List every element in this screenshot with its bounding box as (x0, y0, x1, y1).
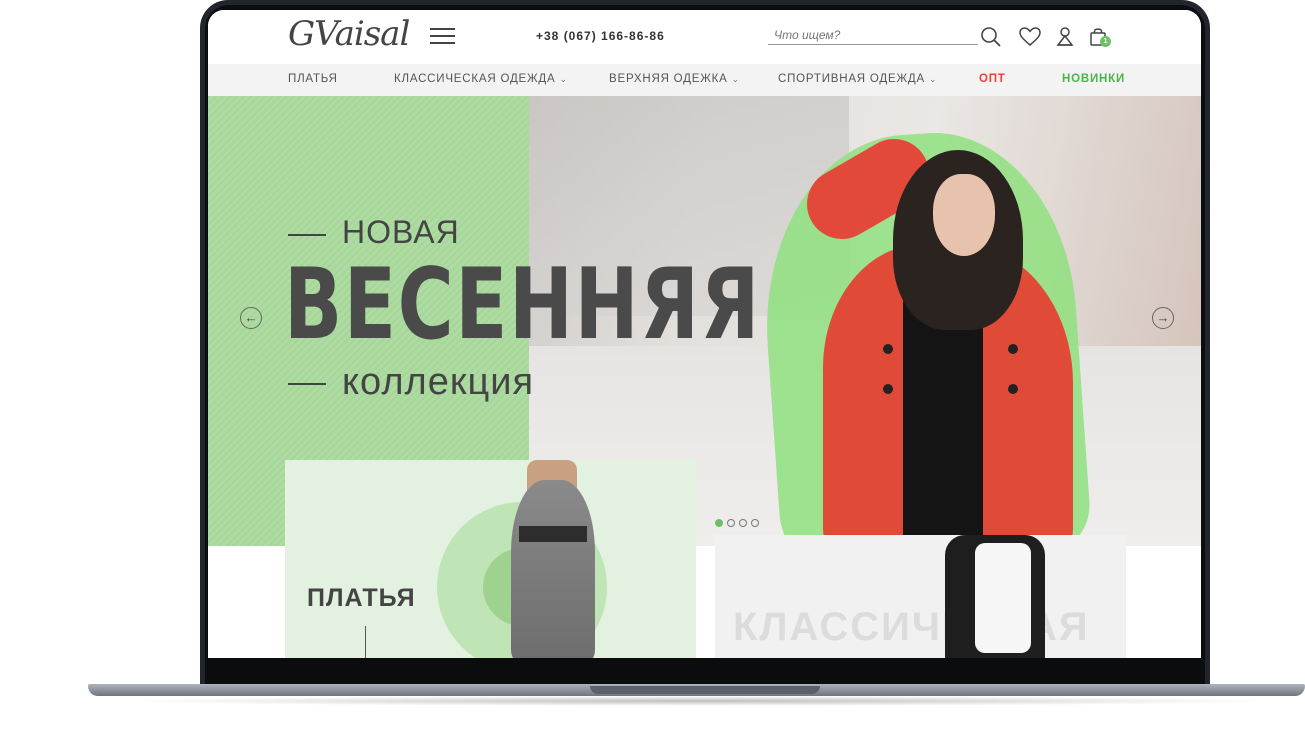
nav-item-classic[interactable]: КЛАССИЧЕСКАЯ ОДЕЖДА ⌄ (394, 73, 568, 85)
slider-dot[interactable] (739, 519, 747, 527)
nav-item-sport[interactable]: СПОРТИВНАЯ ОДЕЖДА ⌄ (778, 73, 937, 85)
next-slide-arrow-icon[interactable]: → (1152, 307, 1174, 329)
category-card-dresses[interactable]: ПЛАТЬЯ (285, 460, 696, 658)
category-title: ПЛАТЬЯ (307, 584, 416, 612)
nav-item-dresses[interactable]: ПЛАТЬЯ (288, 73, 338, 85)
hero-title-line-1: НОВАЯ (288, 214, 460, 251)
chevron-down-icon: ⌄ (928, 74, 938, 84)
chevron-down-icon: ⌄ (731, 74, 740, 84)
search-icon[interactable] (980, 26, 1002, 48)
hero-title-text: НОВАЯ (342, 214, 460, 250)
nav-item-outerwear[interactable]: ВЕРХНЯЯ ОДЕЖКА ⌄ (609, 73, 740, 85)
chevron-down-icon: ⌄ (559, 74, 568, 84)
dress-model-image (497, 460, 607, 658)
slider-dot[interactable] (715, 519, 723, 527)
nav-item-wholesale[interactable]: ОПТ (979, 73, 1006, 85)
screen-bezel-bottom (208, 658, 1201, 686)
slider-dots (715, 514, 763, 532)
classic-model-image (935, 535, 1055, 658)
nav-item-label: СПОРТИВНАЯ ОДЕЖДА (778, 73, 925, 85)
site-header: GVaisal +38 (067) 166-86-86 1 (208, 10, 1201, 64)
nav-item-label: ПЛАТЬЯ (288, 73, 338, 85)
slider-dot[interactable] (727, 519, 735, 527)
prev-slide-arrow-icon[interactable]: ← (240, 307, 262, 329)
hero-title-text: коллекция (342, 361, 535, 403)
main-navigation: ПЛАТЬЯ КЛАССИЧЕСКАЯ ОДЕЖДА ⌄ ВЕРХНЯЯ ОДЕЖ… (208, 64, 1201, 96)
menu-icon[interactable] (430, 28, 455, 45)
hero-title-line-3: коллекция (288, 361, 534, 404)
hero-title-line-2: ВЕСЕННЯЯ (284, 248, 761, 362)
user-icon[interactable] (1054, 26, 1076, 48)
category-card-classic[interactable]: КЛАССИЧЕСКАЯ (715, 535, 1126, 658)
cart-count-badge: 1 (1100, 36, 1111, 47)
cart-icon[interactable]: 1 (1088, 26, 1111, 48)
laptop-notch (590, 686, 820, 694)
nav-item-new[interactable]: НОВИНКИ (1062, 73, 1125, 85)
site-logo[interactable]: GVaisal (288, 14, 410, 54)
laptop-screen: GVaisal +38 (067) 166-86-86 1 ПЛАТЬЯ КЛА… (208, 10, 1201, 658)
search-input[interactable] (768, 26, 978, 45)
slider-dot[interactable] (751, 519, 759, 527)
nav-item-label: ВЕРХНЯЯ ОДЕЖКА (609, 73, 728, 85)
phone-number[interactable]: +38 (067) 166-86-86 (536, 29, 665, 43)
heart-icon[interactable] (1019, 26, 1041, 48)
hero-model-image (783, 126, 1073, 546)
nav-item-label: КЛАССИЧЕСКАЯ ОДЕЖДА (394, 73, 556, 85)
